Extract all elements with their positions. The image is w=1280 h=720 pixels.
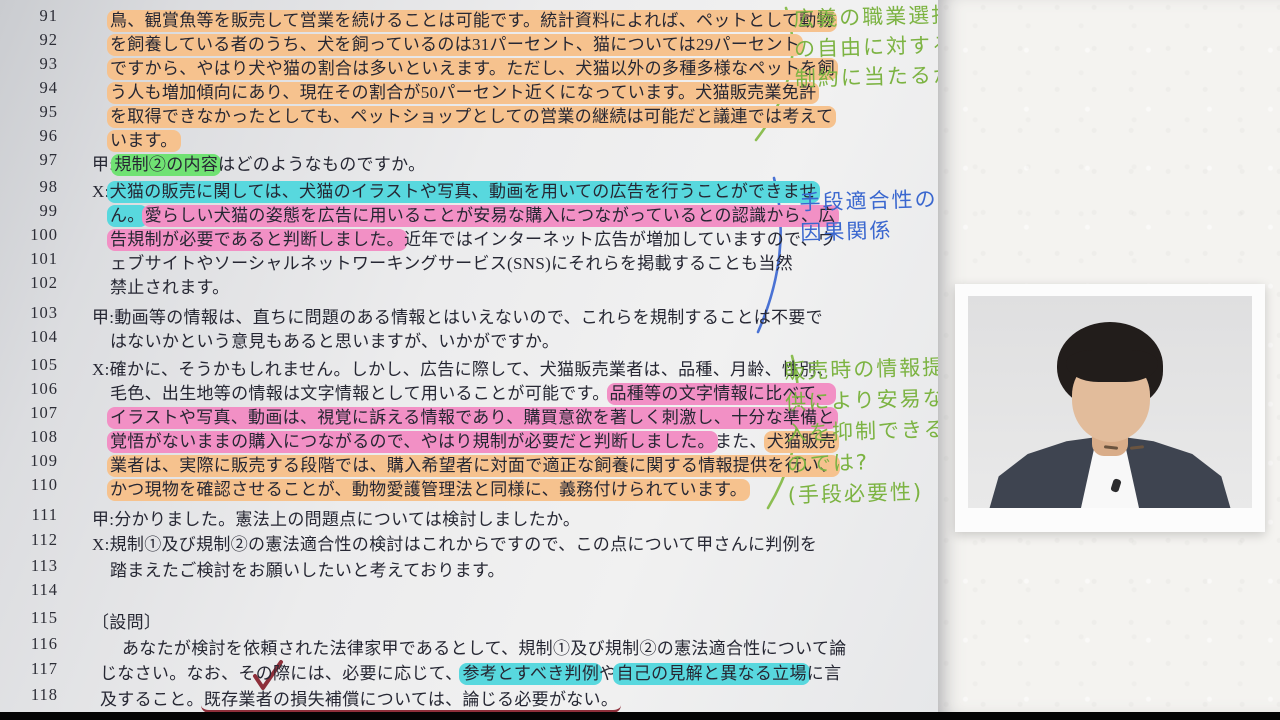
presenter-hair-fringe — [1066, 350, 1158, 382]
line-text: を飼養している者のうち、犬を飼っているのは31パーセント、猫については29パーセ… — [110, 30, 800, 55]
line-text: 甲:動画等の情報は、直ちに問題のある情報とはいえないので、これらを規制することは… — [92, 303, 823, 328]
line-text: 告規制が必要であると判断しました。近年ではインターネット広告が増加していますので… — [110, 225, 835, 250]
line-text: 甲:規制②の内容はどのようなものですか。 — [92, 150, 425, 175]
line-text: あなたが検討を依頼された法律家甲であるとして、規制①及び規制②の憲法適合性につい… — [122, 634, 847, 659]
line-number: 104 — [0, 327, 58, 347]
line-number: 93 — [0, 54, 58, 74]
doc-line: 116 あなたが検討を依頼された法律家甲であるとして、規制①及び規制②の憲法適合性… — [0, 634, 938, 658]
margin-note-line: 広義の職業選択 — [793, 0, 955, 34]
line-text: 毛色、出生地等の情報は文字情報として用いることが可能です。品種等の文字情報に比べ… — [110, 379, 833, 404]
line-text: 業者は、実際に販売する段階では、購入希望者に対面で適正な飼養に関する情報提供を行… — [110, 451, 837, 476]
line-number: 114 — [0, 580, 58, 600]
line-text: 〔設問〕 — [92, 608, 161, 633]
doc-line: 113 踏まえたご検討をお願いしたいと考えております。 — [0, 556, 938, 580]
doc-line: 100 告規制が必要であると判断しました。近年ではインターネット広告が増加していま… — [0, 225, 938, 249]
line-text: ん。愛らしい犬猫の姿態を広告に用いることが安易な購入につながっているとの認識から… — [110, 201, 836, 226]
doc-line: 115 〔設問〕 — [0, 608, 938, 632]
line-text: ェブサイトやソーシャルネットワーキングサービス(SNS)にそれらを掲載することも… — [110, 249, 793, 274]
line-text: X:確かに、そうかもしれません。しかし、広告に際して、犬猫販売業者は、品種、月齢… — [92, 355, 834, 380]
line-text: X:犬猫の販売に関しては、犬猫のイラストや写真、動画を用いての広告を行うことがで… — [92, 177, 817, 202]
doc-line: 118 及すること。既存業者の損失補償については、論じる必要がない。 — [0, 685, 938, 709]
line-text: 禁止されます。 — [110, 273, 229, 298]
webcam-overlay — [955, 284, 1265, 532]
line-number: 113 — [0, 556, 58, 576]
line-number: 107 — [0, 403, 58, 423]
line-text: 鳥、観賞魚等を販売して営業を続けることは可能です。統計資料によれば、ペットとして… — [110, 6, 834, 31]
line-number: 91 — [0, 6, 58, 26]
line-number: 103 — [0, 303, 58, 323]
line-number: 118 — [0, 685, 58, 705]
letterbox-bar — [0, 712, 1280, 720]
doc-line: 103 甲:動画等の情報は、直ちに問題のある情報とはいえないので、これらを規制する… — [0, 303, 938, 327]
margin-note-occupational-freedom: 広義の職業選択の自由に対する制約に当たるか — [793, 0, 956, 94]
document-page: 91 鳥、観賞魚等を販売して営業を続けることは可能です。統計資料によれば、ペットと… — [0, 0, 938, 712]
doc-line: 96 います。 — [0, 126, 938, 150]
presenter-head — [1060, 322, 1160, 446]
line-number: 97 — [0, 150, 58, 170]
line-text: ですから、やはり犬や猫の割合は多いといえます。ただし、犬猫以外の多種多様なペット… — [110, 54, 835, 79]
line-text: 及すること。既存業者の損失補償については、論じる必要がない。 — [100, 685, 618, 710]
doc-line: 112 X:規制①及び規制②の憲法適合性の検討はこれからですので、この点について甲… — [0, 530, 938, 554]
doc-line: 99 ん。愛らしい犬猫の姿態を広告に用いることが安易な購入につながっているとの認識… — [0, 201, 938, 225]
line-number: 110 — [0, 475, 58, 495]
margin-note-line: 制約に当たるか — [794, 60, 956, 94]
line-number: 102 — [0, 273, 58, 293]
line-number: 112 — [0, 530, 58, 550]
line-text: を取得できなかったとしても、ペットショップとしての営業の継続は可能だと議連では考… — [110, 102, 833, 127]
line-number: 105 — [0, 355, 58, 375]
line-text: イラストや写真、動画は、視覚に訴える情報であり、購買意欲を著しく刺激し、十分な準… — [110, 403, 835, 428]
margin-note-line: 手段適合性の — [799, 184, 938, 218]
line-number: 95 — [0, 102, 58, 122]
line-number: 96 — [0, 126, 58, 146]
doc-line: 101 ェブサイトやソーシャルネットワーキングサービス(SNS)にそれらを掲載する… — [0, 249, 938, 273]
line-number: 109 — [0, 451, 58, 471]
line-number: 106 — [0, 379, 58, 399]
presenter-video — [968, 296, 1252, 508]
line-text: 覚悟がないままの購入につながるので、やはり規制が必要だと判断しました。また、犬猫… — [110, 427, 836, 452]
line-number: 117 — [0, 659, 58, 679]
line-text: 甲:分かりました。憲法上の問題点については検討しましたか。 — [92, 505, 580, 530]
line-text: じなさい。なお、その際には、必要に応じて、参考とすべき判例や自己の見解と異なる立… — [100, 659, 841, 684]
doc-line: 98 X:犬猫の販売に関しては、犬猫のイラストや写真、動画を用いての広告を行うこと… — [0, 177, 938, 201]
video-frame: 91 鳥、観賞魚等を販売して営業を続けることは可能です。統計資料によれば、ペットと… — [0, 0, 1280, 720]
line-text: かつ現物を確認させることが、動物愛護管理法と同様に、義務付けられています。 — [110, 475, 747, 500]
doc-line: 102 禁止されます。 — [0, 273, 938, 297]
line-text: う人も増加傾向にあり、現在その割合が50パーセント近くになっています。犬猫販売業… — [110, 78, 816, 103]
doc-line: 97 甲:規制②の内容はどのようなものですか。 — [0, 150, 938, 174]
doc-line: 117 じなさい。なお、その際には、必要に応じて、参考とすべき判例や自己の見解と異… — [0, 659, 938, 683]
line-number: 98 — [0, 177, 58, 197]
line-number: 92 — [0, 30, 58, 50]
doc-line: 114 — [0, 580, 938, 604]
line-text: います。 — [110, 126, 178, 151]
line-number: 108 — [0, 427, 58, 447]
doc-line: 104 はないかという意見もあると思いますが、いかがですか。 — [0, 327, 938, 351]
line-number: 99 — [0, 201, 58, 221]
line-number: 116 — [0, 634, 58, 654]
line-number: 100 — [0, 225, 58, 245]
margin-note-line: 因果関係 — [800, 214, 939, 248]
line-text: 踏まえたご検討をお願いしたいと考えております。 — [110, 556, 505, 581]
margin-note-line: の自由に対する — [794, 30, 956, 64]
line-number: 101 — [0, 249, 58, 269]
line-text: X:規制①及び規制②の憲法適合性の検討はこれからですので、この点について甲さんに… — [92, 530, 817, 555]
margin-note-means-suitability: 手段適合性の因果関係 — [799, 184, 939, 248]
doc-line: 95 を取得できなかったとしても、ペットショップとしての営業の継続は可能だと議連で… — [0, 102, 938, 126]
line-text: はないかという意見もあると思いますが、いかがですか。 — [110, 327, 559, 352]
line-number: 115 — [0, 608, 58, 628]
line-number: 111 — [0, 505, 58, 525]
line-number: 94 — [0, 78, 58, 98]
